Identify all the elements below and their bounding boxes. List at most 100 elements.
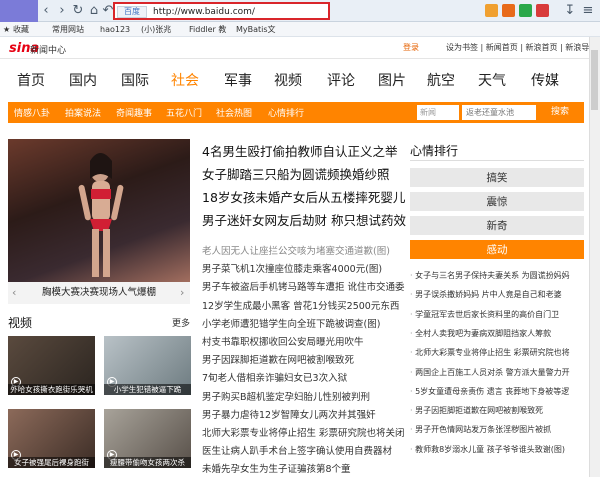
app-menu-button[interactable] (0, 0, 38, 22)
nav-item-0[interactable]: 首页 (17, 70, 45, 90)
news-item[interactable]: 医生让病人趴手术台上签字确认使用自费器材 (202, 443, 392, 457)
hero-figure (78, 153, 124, 277)
bookmark-item[interactable]: 常用网站 (52, 22, 84, 37)
search-category-select[interactable]: 新闻 (417, 105, 459, 120)
video-caption[interactable]: 外哈女孩撕衣跑街乐哭机 (8, 384, 95, 395)
video-caption[interactable]: 女子被强尾后裸身跑街 (8, 457, 95, 468)
nav-item-8[interactable]: 航空 (427, 70, 455, 90)
bookmark-star-icon[interactable] (485, 4, 498, 17)
mood-tab[interactable]: 新奇 (410, 216, 584, 236)
nav-item-2[interactable]: 国际 (121, 70, 149, 90)
mood-list-text[interactable]: 北师大彩票专业将停止招生 彩票研究院也将 (415, 348, 570, 357)
sub-nav-item[interactable]: 奇闻趣事 (116, 106, 152, 119)
news-item[interactable]: 小学老师遭犯错学生向全班下跪被调查(图) (202, 316, 380, 330)
mood-ranking-title: 心情排行 (410, 144, 459, 158)
video-more-link[interactable]: 更多 (172, 316, 190, 329)
mood-list-item[interactable]: · 女子与三名男子保持夫妻关系 为圆谎扮妈妈 (410, 270, 570, 281)
site-section-title: 新闻中心 (30, 46, 67, 56)
search-engine-tag[interactable]: 百度 (117, 6, 147, 18)
login-link[interactable]: 登录 (403, 42, 419, 53)
back-icon[interactable]: ‹ (38, 2, 54, 20)
extension-icon[interactable] (519, 4, 532, 17)
news-item[interactable]: 男子车被盗后手机铐马路等车遭拒 讹住市交通委 (202, 279, 405, 293)
news-item[interactable]: 男子因踩脚拒道歉在网吧被割喉致死 (202, 352, 354, 366)
divider (410, 160, 584, 161)
extension-icon[interactable] (502, 4, 515, 17)
download-icon[interactable]: ↧ (562, 2, 578, 20)
sub-nav-item[interactable]: 五花八门 (166, 106, 202, 119)
mood-list-text[interactable]: 女子与三名男子保持夫妻关系 为圆谎扮妈妈 (415, 271, 570, 280)
mood-tab[interactable]: 震惊 (410, 192, 584, 212)
video-caption[interactable]: 瘦腰带偷吻女孩两次杀 (104, 457, 191, 468)
nav-item-7[interactable]: 图片 (378, 70, 406, 90)
forward-icon[interactable]: › (54, 2, 70, 20)
nav-item-9[interactable]: 天气 (478, 70, 506, 90)
headline[interactable]: 女子脚踏三只船为圆谎频换婚纱照 (202, 164, 390, 183)
mood-list-item[interactable]: · 教师救8岁溺水儿童 孩子爷爷谁头致谢(图) (410, 444, 565, 455)
hero-caption[interactable]: 胸模大赛决赛现场人气爆棚 (8, 282, 190, 304)
mood-list-text[interactable]: 教师救8岁溺水儿童 孩子爷爷谁头致谢(图) (415, 445, 565, 454)
mood-list-text[interactable]: 两国企上百施工人员对杀 警方派大量警力开 (415, 368, 570, 377)
mood-list-text[interactable]: 男子误杀撒娇妈妈 片中人竟是自己和老婆 (415, 290, 562, 299)
mood-list-item[interactable]: · 男子误杀撒娇妈妈 片中人竟是自己和老婆 (410, 289, 562, 300)
news-item[interactable]: 7旬老人借相亲诈骗妇女已3次入狱 (202, 370, 347, 384)
news-item[interactable]: 村支书靠职权挪收回公安局曝光用吹牛 (202, 334, 364, 348)
mood-list-text[interactable]: 全村人卖我吧为妻病双脚阻挡家人筹款 (415, 329, 551, 338)
mood-list-item[interactable]: · 男子开色情网站发万条张淫秽图片被抓 (410, 424, 551, 435)
mood-list-item[interactable]: · 5岁女童遭母亲责伤 遗言 丧葬地下身被等逻 (410, 386, 569, 397)
mood-list-text[interactable]: 5岁女童遭母亲责伤 遗言 丧葬地下身被等逻 (415, 387, 569, 396)
nav-item-6[interactable]: 评论 (327, 70, 355, 90)
bookmark-item[interactable]: hao123 (100, 22, 130, 37)
news-item[interactable]: 男子购买B超机鉴定孕妇胎儿性别被判刑 (202, 389, 370, 403)
nav-item-4[interactable]: 军事 (224, 70, 252, 90)
news-item[interactable]: 12岁学生成最小黑客 曾花1分钱买2500元东西 (202, 298, 399, 312)
news-item[interactable]: 未婚先孕女生为生子证骗孩第8个童 (202, 461, 351, 475)
hero-image[interactable]: ‹ (8, 139, 190, 298)
bookmarks-star-icon: ★ (3, 25, 11, 34)
mood-list-item[interactable]: · 全村人卖我吧为妻病双脚阻挡家人筹款 (410, 328, 551, 339)
scrollbar-thumb[interactable] (591, 50, 598, 110)
mood-tab[interactable]: 感动 (410, 240, 584, 260)
search-input[interactable] (462, 105, 536, 120)
sub-nav-item[interactable]: 拍案说法 (65, 106, 101, 119)
carousel-next-icon[interactable]: › (180, 286, 184, 299)
mood-list-text[interactable]: 男子开色情网站发万条张淫秽图片被抓 (415, 425, 551, 434)
mood-list-item[interactable]: · 男子因拒脚拒道歉在网吧被割喉致死 (410, 405, 543, 416)
mood-list-item[interactable]: · 北师大彩票专业将停止招生 彩票研究院也将 (410, 347, 570, 358)
mood-tab[interactable]: 搞笑 (410, 168, 584, 188)
mood-list-text[interactable]: 男子因拒脚拒道歉在网吧被割喉致死 (415, 406, 543, 415)
news-item[interactable]: 男子菜飞机1次撞座位膝走乘客4000元(图) (202, 261, 382, 275)
news-item[interactable]: 男子暴力虐待12岁智障女儿两次并其强奸 (202, 407, 376, 421)
video-section-title: 视频 (8, 316, 33, 330)
sub-nav-item[interactable]: 心情排行 (268, 106, 304, 119)
video-caption[interactable]: 小学生犯错被逼下跪 (104, 384, 191, 395)
headline[interactable]: 4名男生殴打偷拍教师自认正义之举 (202, 141, 397, 160)
bookmarks-folder-label[interactable]: 收藏 (13, 22, 29, 37)
headline[interactable]: 男子迷奸女网友后劫财 称只想试药效 (202, 210, 406, 229)
refresh-icon[interactable]: ↻ (70, 2, 86, 20)
top-links[interactable]: 设为书签 | 新闻首页 | 新浪首页 | 新浪导航 (446, 42, 597, 53)
mood-list-item[interactable]: · 学童冠军去世后家长资料里的高价自门卫 (410, 309, 559, 320)
sub-nav-item[interactable]: 情感八卦 (14, 106, 50, 119)
nav-item-1[interactable]: 国内 (69, 70, 97, 90)
headline[interactable]: 18岁女孩未婚产女后从五楼摔死婴儿 (202, 187, 405, 206)
nav-item-3[interactable]: 社会 (171, 70, 199, 90)
address-bar[interactable]: 百度 http://www.baidu.com/ (113, 2, 330, 20)
nav-item-10[interactable]: 传媒 (531, 70, 559, 90)
mood-list-item[interactable]: · 两国企上百施工人员对杀 警方派大量警力开 (410, 367, 570, 378)
search-button[interactable]: 搜索 (540, 105, 580, 120)
bookmarks-bar: ★ 收藏 常用网站 hao123 (小)张兆 Fiddler 教 MyBatis… (0, 22, 600, 37)
carousel-prev-icon[interactable]: ‹ (12, 286, 16, 299)
bookmark-item[interactable]: Fiddler 教 (189, 22, 226, 37)
bookmark-item[interactable]: MyBatis文 (236, 22, 276, 37)
url-text[interactable]: http://www.baidu.com/ (153, 5, 255, 19)
nav-item-5[interactable]: 视频 (274, 70, 302, 90)
bookmark-item[interactable]: (小)张兆 (141, 22, 171, 37)
menu-icon[interactable]: ≡ (580, 2, 596, 20)
hero-caption-text[interactable]: 胸模大赛决赛现场人气爆棚 (42, 287, 156, 298)
mood-list-text[interactable]: 学童冠军去世后家长资料里的高价自门卫 (415, 310, 559, 319)
sub-nav-item[interactable]: 社会热图 (216, 106, 252, 119)
news-item[interactable]: 北师大彩票专业将停止招生 彩票研究院也将关闭 (202, 425, 405, 439)
extension-icon[interactable] (536, 4, 549, 17)
news-item[interactable]: 老人因无人让座拦公交咳为堵塞交通道歉(图) (202, 243, 390, 257)
